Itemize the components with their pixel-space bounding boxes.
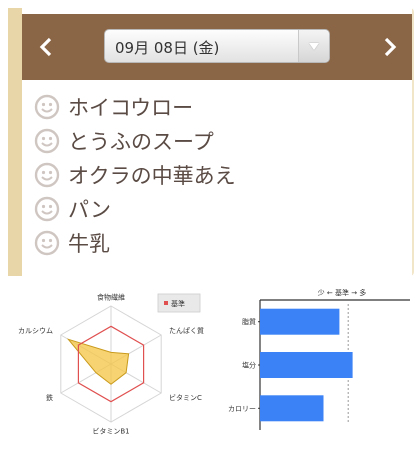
bar-2 [260,395,324,422]
next-day-button[interactable] [376,29,404,65]
bar-0 [260,308,340,335]
radar-axis-label: 食物繊維 [97,293,125,302]
radar-axis-label: カルシウム [18,327,53,335]
menu-list: ホイコウロー とうふのスープ オクラの中華あえ パン 牛乳 [34,90,236,260]
bar-1 [260,352,353,378]
radar-value-area [66,338,130,385]
menu-item: とうふのスープ [34,124,236,158]
chevron-right-icon [384,37,397,57]
smiley-icon [34,230,60,256]
nutrition-radar-chart: 食物繊維たんぱく質ビタミンC ビタミンB1 鉄 カルシウム 基準 [18,293,204,436]
smiley-icon [34,162,60,188]
bar-category-label: 脂質 [242,317,256,326]
menu-item: パン [34,192,236,226]
prev-day-button[interactable] [32,29,60,65]
smiley-icon [34,94,60,120]
radar-axis-label: ビタミンB1 [92,427,129,436]
menu-item: オクラの中華あえ [34,158,236,192]
chevron-left-icon [39,37,52,57]
menu-item-label: パン [68,198,112,222]
frame-left-strip [8,8,22,276]
bar-category-label: 塩分 [242,361,256,370]
bar-category-label: カロリー [228,405,256,413]
menu-item: ホイコウロー [34,90,236,124]
nutrition-bar-chart: 少 ← 基準 → 多脂質塩分カロリー [228,288,410,430]
menu-item-label: 牛乳 [68,232,110,256]
menu-item-label: とうふのスープ [68,130,214,154]
caret-down-icon [309,43,319,50]
bar-chart-title: 少 ← 基準 → 多 [318,288,367,297]
menu-item-label: ホイコウロー [68,96,194,120]
menu-item-label: オクラの中華あえ [68,164,236,188]
radar-axis-label: ビタミンC [169,393,202,402]
radar-axis-label: たんぱく質 [169,326,204,335]
date-dropdown-button[interactable] [298,30,329,62]
menu-item: 牛乳 [34,226,236,260]
legend-label: 基準 [171,299,185,308]
date-select[interactable]: 09月 08日 (金) [104,29,330,63]
smiley-icon [34,196,60,222]
legend-swatch [164,301,168,305]
date-value: 09月 08日 (金) [115,39,220,57]
smiley-icon [34,128,60,154]
radar-axis-label: 鉄 [46,393,53,402]
